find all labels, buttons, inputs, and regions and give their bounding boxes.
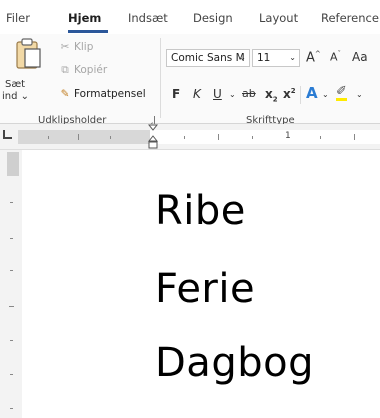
ruler-tick xyxy=(10,202,13,203)
group-divider xyxy=(160,38,161,118)
tab-layout[interactable]: Layout xyxy=(259,11,298,25)
tab-file[interactable]: Filer xyxy=(6,11,30,25)
ruler-tick xyxy=(320,136,321,139)
active-tab-indicator xyxy=(68,30,108,33)
superscript-button[interactable]: x2 xyxy=(283,87,296,101)
format-painter-label: Formatpensel xyxy=(74,88,146,100)
highlight-button[interactable]: ✐ xyxy=(336,84,347,101)
bold-button[interactable]: F xyxy=(172,87,180,101)
tab-design[interactable]: Design xyxy=(193,11,233,25)
ruler-tick xyxy=(10,408,13,409)
paintbrush-icon: ✎ xyxy=(60,88,70,100)
subscript-button[interactable]: x2 xyxy=(265,87,278,103)
document-line[interactable]: Dagbog xyxy=(155,340,314,386)
text-effects-button[interactable]: A xyxy=(306,84,318,102)
format-painter-button[interactable]: ✎ Formatpensel xyxy=(58,88,146,100)
strikethrough-button[interactable]: ab xyxy=(242,87,256,100)
horizontal-ruler: 1 xyxy=(0,124,380,150)
ruler-number: 1 xyxy=(285,131,291,141)
scissors-icon: ✂ xyxy=(60,41,70,53)
font-size-select[interactable]: 11 ⌄ xyxy=(252,49,300,67)
group-divider xyxy=(300,86,301,104)
highlighter-icon: ✐ xyxy=(336,84,347,101)
copy-label: Kopiér xyxy=(74,64,108,76)
font-size-value: 11 xyxy=(257,52,271,64)
font-name-value: Comic Sans M xyxy=(171,52,245,64)
paste-label[interactable]: Sæt xyxy=(5,79,25,90)
ruler-tick xyxy=(354,134,355,140)
cut-label: Klip xyxy=(74,41,94,53)
highlight-dropdown-icon[interactable]: ⌄ xyxy=(356,90,363,99)
paste-dropdown-label[interactable]: ind ⌄ xyxy=(2,91,29,102)
copy-icon: ⧉ xyxy=(61,64,69,76)
ruler-tick xyxy=(10,270,13,271)
font-name-select[interactable]: Comic Sans M ⌄ xyxy=(166,49,250,67)
ruler-tick xyxy=(48,136,49,139)
ruler-tick xyxy=(10,374,13,375)
ribbon: Sæt ind ⌄ ✂ Klip ⧉ Kopiér ✎ Formatpensel Ud… xyxy=(0,34,380,126)
shrink-font-button[interactable]: Aˇ xyxy=(330,50,341,64)
ruler-strip: 1 xyxy=(18,130,380,144)
vertical-ruler xyxy=(0,150,22,418)
document-line[interactable]: Ribe xyxy=(155,188,246,234)
underline-button[interactable]: U xyxy=(213,87,222,101)
copy-button[interactable]: ⧉ Kopiér xyxy=(58,64,107,77)
paste-button[interactable] xyxy=(14,36,44,70)
document-page[interactable]: Ribe Ferie Dagbog xyxy=(22,150,380,418)
tab-home[interactable]: Hjem xyxy=(68,11,101,25)
chevron-down-icon: ⌄ xyxy=(289,53,296,62)
tab-stop-selector[interactable] xyxy=(3,130,12,139)
change-case-button[interactable]: Aa xyxy=(352,50,368,64)
text-effects-dropdown-icon[interactable]: ⌄ xyxy=(322,90,329,99)
ruler-tick xyxy=(9,306,14,307)
document-line[interactable]: Ferie xyxy=(155,266,255,312)
indent-marker-icon[interactable] xyxy=(148,124,158,150)
ruler-tick xyxy=(10,238,13,239)
tab-insert[interactable]: Indsæt xyxy=(128,11,168,25)
ribbon-tabs: Filer Hjem Indsæt Design Layout Referenc… xyxy=(0,0,380,34)
tab-references[interactable]: Reference xyxy=(321,11,379,25)
cut-button[interactable]: ✂ Klip xyxy=(58,41,94,53)
ruler-left-margin xyxy=(18,130,150,144)
ruler-tick xyxy=(78,134,79,140)
ruler-tick xyxy=(184,136,185,139)
italic-button[interactable]: K xyxy=(193,87,201,101)
underline-dropdown-icon[interactable]: ⌄ xyxy=(229,90,236,99)
grow-font-button[interactable]: A^ xyxy=(306,50,321,65)
clipboard-icon xyxy=(16,38,41,69)
chevron-down-icon: ⌄ xyxy=(239,53,246,62)
ruler-tick xyxy=(218,134,219,140)
ruler-tick xyxy=(110,136,111,139)
vertical-ruler-margin xyxy=(7,152,19,176)
ruler-tick xyxy=(252,136,253,139)
ruler-tick xyxy=(10,340,13,341)
